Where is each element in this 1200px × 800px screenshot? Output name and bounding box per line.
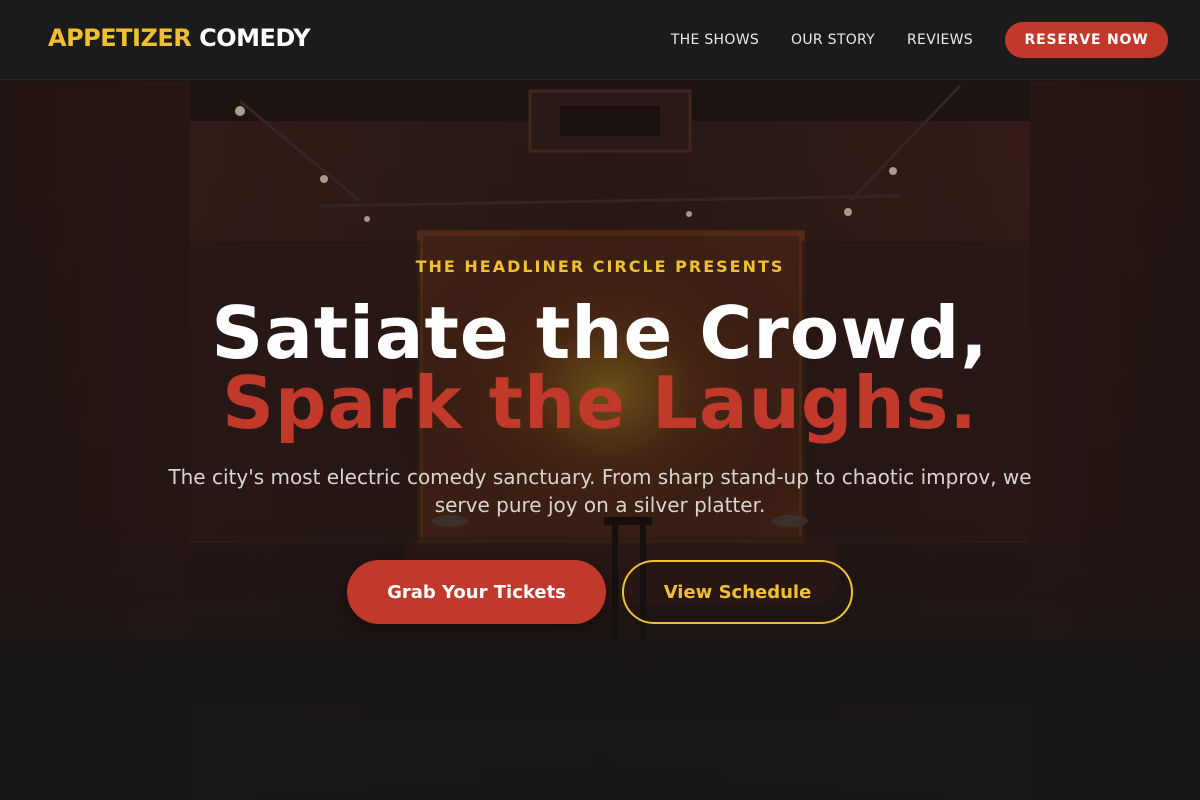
- logo-word-appetizer: APPETIZER: [48, 24, 192, 52]
- view-schedule-button[interactable]: View Schedule: [622, 560, 853, 624]
- hero-subtitle: The city's most electric comedy sanctuar…: [168, 465, 1032, 517]
- grab-tickets-button[interactable]: Grab Your Tickets: [347, 560, 606, 624]
- main-nav: THE SHOWS OUR STORY REVIEWS RESERVE NOW: [671, 0, 1168, 80]
- site-logo[interactable]: APPETIZER COMEDY: [48, 24, 310, 52]
- hero-title-line1: Satiate the Crowd,: [211, 291, 989, 375]
- logo-word-comedy: COMEDY: [199, 24, 310, 52]
- reserve-now-button[interactable]: RESERVE NOW: [1005, 22, 1168, 58]
- hero-eyebrow: THE HEADLINER CIRCLE PRESENTS: [415, 257, 785, 276]
- nav-link-reviews[interactable]: REVIEWS: [907, 32, 973, 48]
- hero-title-line2: Spark the Laughs.: [222, 361, 978, 445]
- nav-link-our-story[interactable]: OUR STORY: [791, 32, 875, 48]
- hero-section: THE HEADLINER CIRCLE PRESENTS Satiate th…: [0, 81, 1200, 800]
- nav-link-the-shows[interactable]: THE SHOWS: [671, 32, 759, 48]
- site-header: APPETIZER COMEDY THE SHOWS OUR STORY REV…: [0, 0, 1200, 80]
